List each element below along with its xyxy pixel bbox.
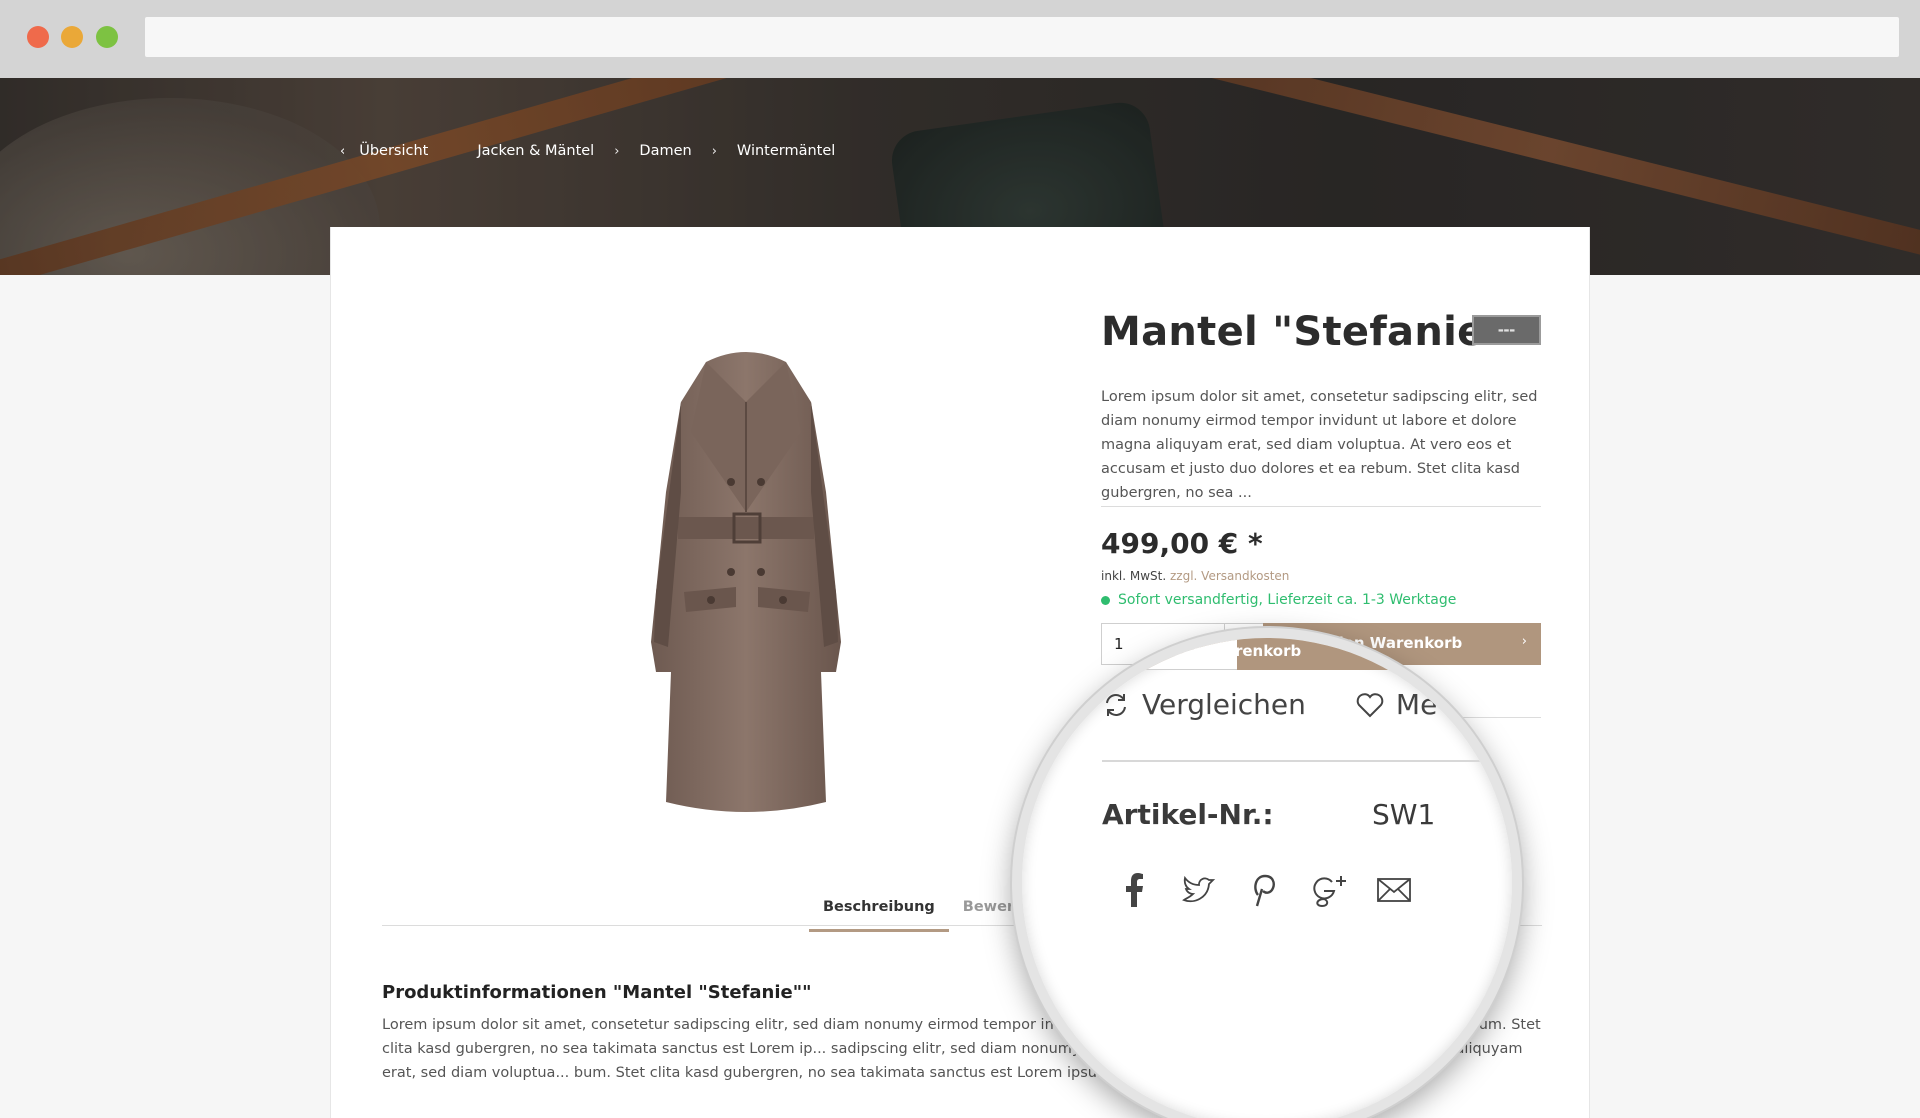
magnified-cart-label: den Warenkorb xyxy=(1172,642,1302,660)
close-window-button[interactable] xyxy=(27,26,49,48)
pinterest-icon[interactable] xyxy=(1232,870,1296,910)
product-price: 499,00 € * xyxy=(1101,527,1263,560)
status-dot-icon xyxy=(1101,595,1110,605)
social-share xyxy=(1102,870,1427,910)
breadcrumb-wintermaentel[interactable]: Wintermäntel xyxy=(737,143,835,159)
compare-icon xyxy=(1106,693,1126,716)
wishlist-button[interactable]: Me xyxy=(1356,688,1437,721)
wishlist-label: Me xyxy=(1395,688,1438,721)
maximize-window-button[interactable] xyxy=(96,26,118,48)
page: ‹ Übersicht Jacken & Mäntel › Damen › Wi… xyxy=(0,0,1920,1118)
breadcrumb: ‹ Übersicht Jacken & Mäntel › Damen › Wi… xyxy=(340,143,835,159)
breadcrumb-damen[interactable]: Damen xyxy=(639,143,691,159)
brand-logo[interactable]: ▬▬▬ xyxy=(1472,315,1541,345)
breadcrumb-overview[interactable]: Übersicht xyxy=(359,143,428,159)
breadcrumb-jacken-maentel[interactable]: Jacken & Mäntel xyxy=(477,143,594,159)
tax-label: inkl. MwSt. xyxy=(1101,569,1167,583)
product-image[interactable] xyxy=(596,342,896,822)
divider xyxy=(1101,506,1541,507)
compare-button[interactable]: Vergleichen xyxy=(1102,688,1306,721)
compare-label: Vergleichen xyxy=(1142,688,1306,721)
facebook-icon[interactable] xyxy=(1102,870,1166,910)
divider xyxy=(1102,760,1482,762)
article-number-label: Artikel-Nr.: xyxy=(1102,798,1274,831)
product-short-description: Lorem ipsum dolor sit amet, consetetur s… xyxy=(1101,389,1538,501)
google-plus-icon[interactable] xyxy=(1297,870,1361,910)
delivery-text: Sofort versandfertig, Lieferzeit ca. 1-3… xyxy=(1118,592,1457,608)
chevron-left-icon: ‹ xyxy=(340,143,346,159)
mail-icon[interactable] xyxy=(1362,870,1426,910)
product-title: Mantel "Stefanie" xyxy=(1101,309,1506,355)
twitter-icon[interactable] xyxy=(1167,870,1231,910)
tax-note: inkl. MwSt. zzgl. Versandkosten xyxy=(1101,569,1289,583)
chevron-right-icon: › xyxy=(1521,634,1527,649)
article-number-value: SW1 xyxy=(1372,798,1436,831)
product-info-title: Produktinformationen "Mantel "Stefanie"" xyxy=(382,982,812,1003)
heart-icon xyxy=(1356,692,1384,717)
address-bar[interactable] xyxy=(145,17,1899,57)
chevron-right-icon: › xyxy=(614,143,620,159)
chevron-right-icon: › xyxy=(711,143,717,159)
shipping-costs-link[interactable]: zzgl. Versandkosten xyxy=(1170,569,1289,583)
magnified-cart-bar: den Warenkorb xyxy=(1022,638,1512,670)
minimize-window-button[interactable] xyxy=(61,26,83,48)
delivery-status: Sofort versandfertig, Lieferzeit ca. 1-3… xyxy=(1101,592,1456,608)
magnifier-lens: den Warenkorb Vergleichen Me Artikel-Nr.… xyxy=(1012,628,1522,1118)
browser-chrome xyxy=(0,0,1920,78)
product-actions: Vergleichen Me xyxy=(1102,688,1487,721)
